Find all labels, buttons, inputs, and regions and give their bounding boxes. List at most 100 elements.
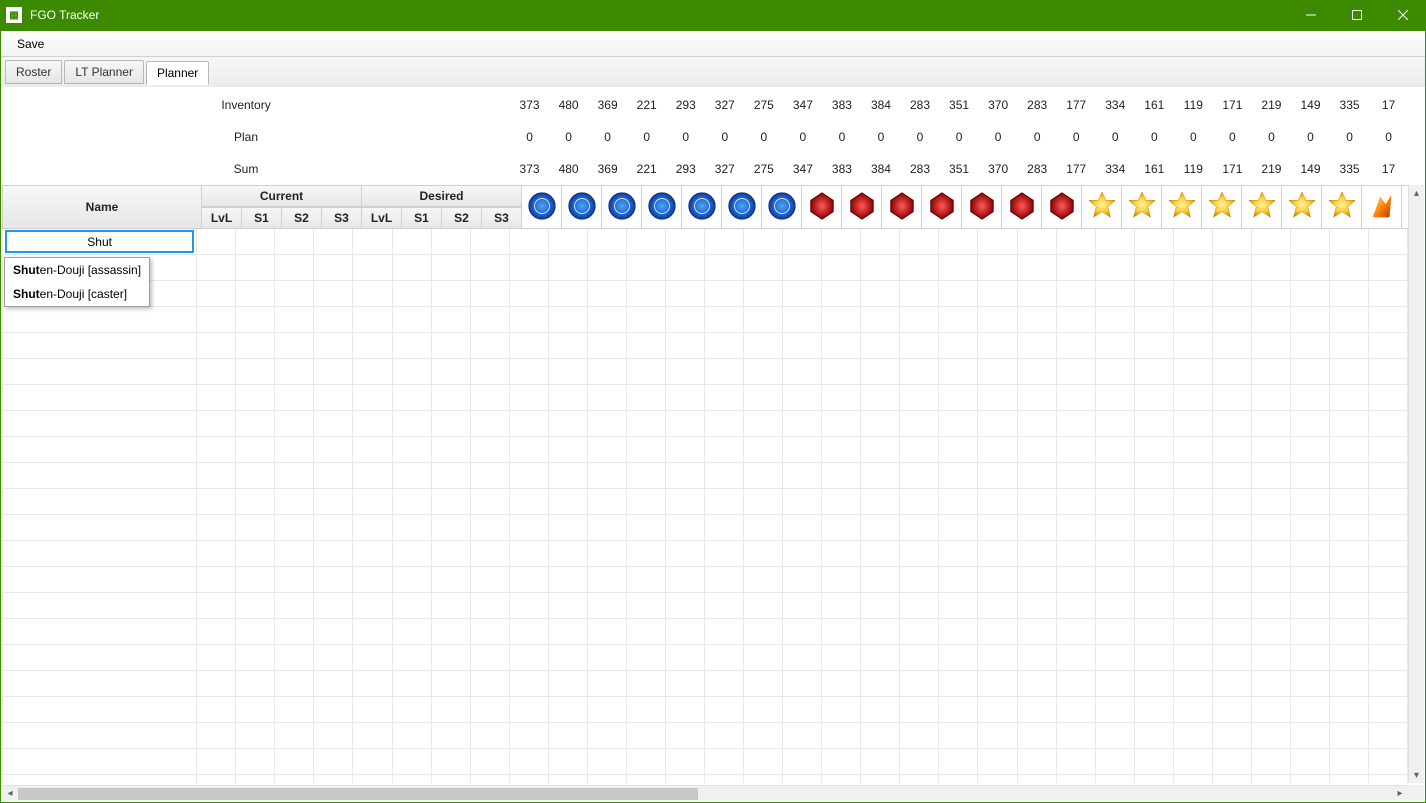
scroll-track-vertical[interactable] bbox=[1409, 201, 1424, 767]
material-cell[interactable] bbox=[1213, 697, 1252, 722]
material-cell[interactable] bbox=[1018, 541, 1057, 566]
material-cell[interactable] bbox=[861, 307, 900, 332]
material-cell[interactable] bbox=[978, 281, 1017, 306]
material-cell[interactable] bbox=[939, 385, 978, 410]
material-cell[interactable] bbox=[705, 697, 744, 722]
material-cell[interactable] bbox=[549, 515, 588, 540]
header-material-secret-lancer[interactable] bbox=[1162, 185, 1202, 229]
material-cell[interactable] bbox=[1135, 593, 1174, 618]
level-cell[interactable] bbox=[314, 359, 353, 384]
header-current[interactable]: Current bbox=[202, 185, 362, 207]
servant-name-input[interactable] bbox=[5, 230, 194, 253]
material-cell[interactable] bbox=[588, 411, 627, 436]
material-cell[interactable] bbox=[1252, 229, 1291, 254]
material-cell[interactable] bbox=[1330, 489, 1369, 514]
material-cell[interactable] bbox=[1252, 645, 1291, 670]
material-cell[interactable] bbox=[744, 645, 783, 670]
level-cell[interactable] bbox=[197, 463, 236, 488]
material-cell[interactable] bbox=[1330, 359, 1369, 384]
material-cell[interactable] bbox=[1018, 567, 1057, 592]
material-cell[interactable] bbox=[1135, 411, 1174, 436]
material-cell[interactable] bbox=[1330, 619, 1369, 644]
material-cell[interactable] bbox=[1018, 645, 1057, 670]
material-cell[interactable] bbox=[1213, 437, 1252, 462]
material-cell[interactable] bbox=[549, 437, 588, 462]
material-cell[interactable] bbox=[861, 749, 900, 774]
header-material-gem-archer[interactable] bbox=[562, 185, 602, 229]
material-cell[interactable] bbox=[1291, 541, 1330, 566]
level-cell[interactable] bbox=[393, 515, 432, 540]
name-cell[interactable] bbox=[2, 567, 197, 592]
material-cell[interactable] bbox=[627, 411, 666, 436]
material-cell[interactable] bbox=[549, 671, 588, 696]
material-cell[interactable] bbox=[666, 229, 705, 254]
material-cell[interactable] bbox=[783, 437, 822, 462]
material-cell[interactable] bbox=[588, 567, 627, 592]
name-cell[interactable] bbox=[2, 697, 197, 722]
material-cell[interactable] bbox=[900, 619, 939, 644]
header-material-magic-berserker[interactable] bbox=[1042, 185, 1082, 229]
material-cell[interactable] bbox=[822, 619, 861, 644]
level-cell[interactable] bbox=[275, 645, 314, 670]
material-cell[interactable] bbox=[1135, 619, 1174, 644]
level-cell[interactable] bbox=[197, 411, 236, 436]
material-cell[interactable] bbox=[861, 385, 900, 410]
level-cell[interactable] bbox=[197, 515, 236, 540]
material-cell[interactable] bbox=[744, 411, 783, 436]
material-cell[interactable] bbox=[510, 307, 549, 332]
material-cell[interactable] bbox=[627, 489, 666, 514]
level-cell[interactable] bbox=[432, 437, 471, 462]
material-cell[interactable] bbox=[1057, 437, 1096, 462]
tab-planner[interactable]: Planner bbox=[146, 61, 209, 85]
material-cell[interactable] bbox=[1330, 697, 1369, 722]
level-cell[interactable] bbox=[393, 645, 432, 670]
level-cell[interactable] bbox=[471, 281, 510, 306]
material-cell[interactable] bbox=[549, 697, 588, 722]
material-cell[interactable] bbox=[939, 697, 978, 722]
material-cell[interactable] bbox=[666, 437, 705, 462]
material-cell[interactable] bbox=[1174, 619, 1213, 644]
header-material-gem-berserker[interactable] bbox=[762, 185, 802, 229]
material-cell[interactable] bbox=[510, 619, 549, 644]
level-cell[interactable] bbox=[471, 671, 510, 696]
level-cell[interactable] bbox=[471, 645, 510, 670]
level-cell[interactable] bbox=[393, 593, 432, 618]
material-cell[interactable] bbox=[1057, 359, 1096, 384]
material-cell[interactable] bbox=[1369, 229, 1408, 254]
material-cell[interactable] bbox=[1213, 749, 1252, 774]
material-cell[interactable] bbox=[744, 463, 783, 488]
material-cell[interactable] bbox=[627, 775, 666, 783]
material-cell[interactable] bbox=[1174, 437, 1213, 462]
level-cell[interactable] bbox=[353, 697, 392, 722]
level-cell[interactable] bbox=[314, 463, 353, 488]
material-cell[interactable] bbox=[1018, 333, 1057, 358]
header-name[interactable]: Name bbox=[2, 185, 202, 229]
material-cell[interactable] bbox=[588, 385, 627, 410]
header-material-secret-rider[interactable] bbox=[1202, 185, 1242, 229]
level-cell[interactable] bbox=[432, 307, 471, 332]
material-cell[interactable] bbox=[939, 593, 978, 618]
material-cell[interactable] bbox=[1057, 489, 1096, 514]
material-cell[interactable] bbox=[1252, 567, 1291, 592]
material-cell[interactable] bbox=[1330, 749, 1369, 774]
level-cell[interactable] bbox=[314, 255, 353, 280]
material-cell[interactable] bbox=[1369, 515, 1408, 540]
level-cell[interactable] bbox=[236, 515, 275, 540]
name-cell[interactable] bbox=[2, 385, 197, 410]
material-cell[interactable] bbox=[1096, 723, 1135, 748]
material-cell[interactable] bbox=[1135, 567, 1174, 592]
header-material-magic-saber[interactable] bbox=[802, 185, 842, 229]
material-cell[interactable] bbox=[1252, 489, 1291, 514]
level-cell[interactable] bbox=[471, 723, 510, 748]
material-cell[interactable] bbox=[861, 515, 900, 540]
material-cell[interactable] bbox=[978, 515, 1017, 540]
scroll-thumb-horizontal[interactable] bbox=[18, 788, 698, 800]
material-cell[interactable] bbox=[1135, 645, 1174, 670]
material-cell[interactable] bbox=[666, 359, 705, 384]
material-cell[interactable] bbox=[627, 645, 666, 670]
material-cell[interactable] bbox=[510, 463, 549, 488]
material-cell[interactable] bbox=[1291, 385, 1330, 410]
material-cell[interactable] bbox=[666, 281, 705, 306]
level-cell[interactable] bbox=[275, 255, 314, 280]
level-cell[interactable] bbox=[353, 515, 392, 540]
